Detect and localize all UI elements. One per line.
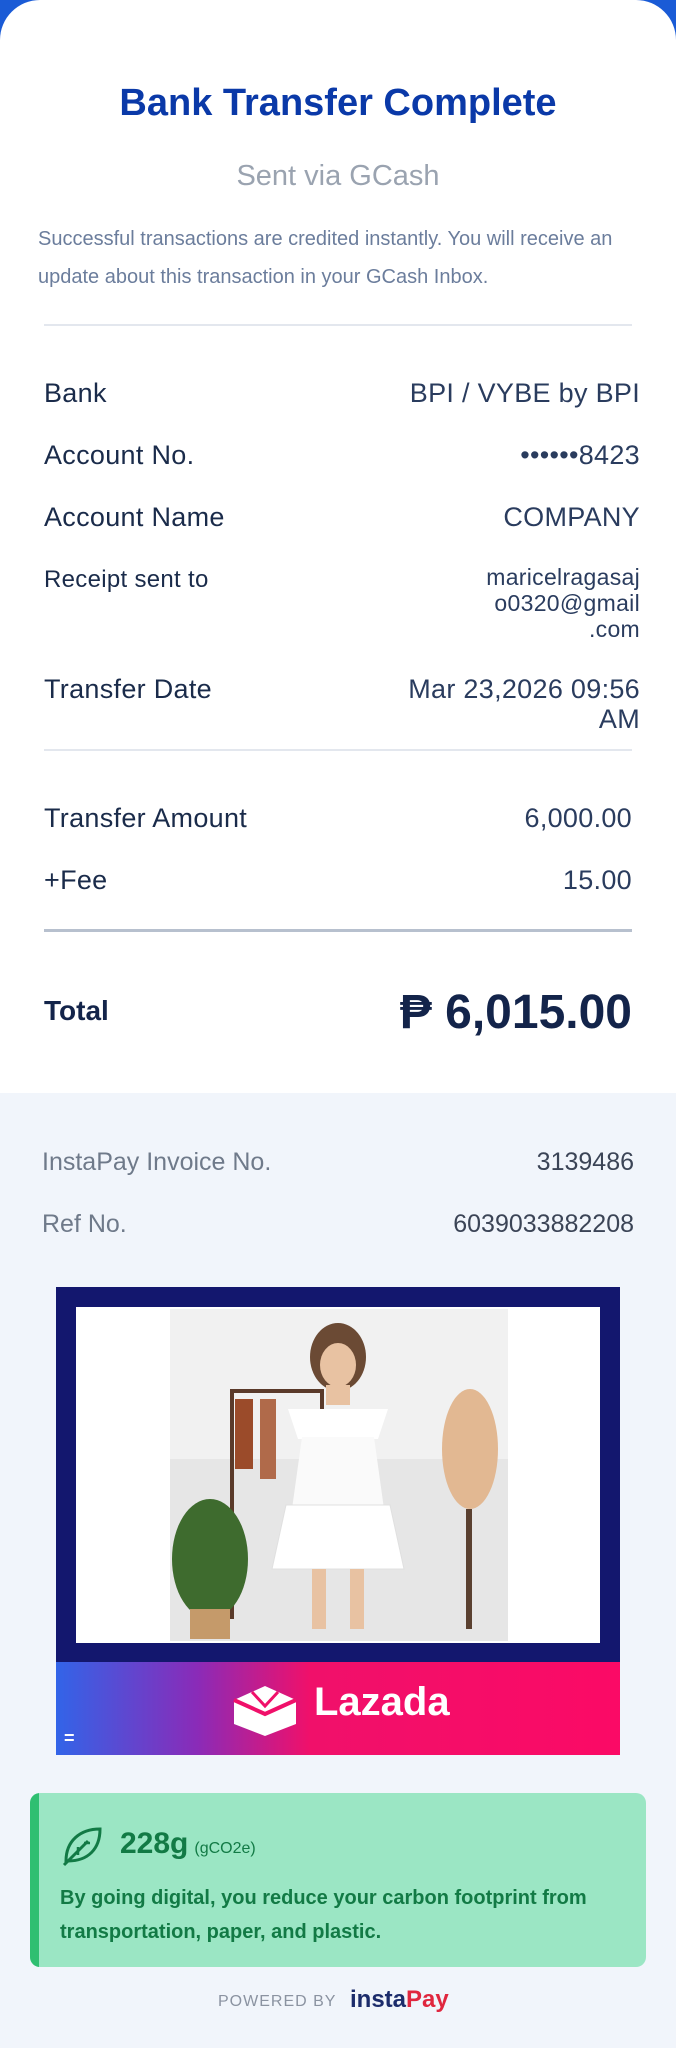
date-value: Mar 23,2026 09:56 AM: [408, 674, 640, 734]
account-name-value: COMPANY: [503, 502, 640, 532]
account-no-label: Account No.: [44, 440, 195, 470]
ref-label: Ref No.: [42, 1210, 127, 1238]
powered-by-label: POWERED BY: [218, 1993, 337, 2010]
instapay-logo: instaPay: [350, 1986, 449, 2014]
lazada-box-icon: [233, 1686, 297, 1736]
ref-value: 6039033882208: [453, 1210, 634, 1238]
total-label: Total: [44, 995, 109, 1026]
description: Successful transactions are credited ins…: [38, 228, 613, 288]
ad-menu-icon[interactable]: =: [64, 1728, 75, 1749]
receipt-email: maricelragasaj o0320@gmail .com: [486, 564, 640, 642]
receipt-email-line2: o0320@gmail: [494, 590, 640, 616]
transfer-amount-label: Transfer Amount: [44, 803, 248, 833]
eco-unit: (gCO2e): [194, 1840, 256, 1857]
divider-strong: [44, 929, 632, 932]
ad-photo-area: [76, 1307, 600, 1643]
eco-amount-value: 228g: [120, 1827, 189, 1860]
account-no-value: ••••••8423: [520, 440, 640, 470]
eco-message: By going digital, you reduce your carbon…: [60, 1887, 587, 1943]
lazada-brand-strip[interactable]: Lazada =: [56, 1662, 620, 1755]
total-value: ₱ 6,015.00: [399, 986, 632, 1039]
bank-value: BPI / VYBE by BPI: [409, 378, 640, 408]
receipt-label: Receipt sent to: [44, 566, 209, 593]
page-title: Bank Transfer Complete: [119, 82, 557, 124]
account-name-label: Account Name: [44, 502, 225, 532]
bank-label: Bank: [44, 378, 107, 408]
instapay-logo-pay: Pay: [406, 1986, 449, 2013]
ad-photo: [170, 1309, 508, 1641]
transfer-amount-value: 6,000.00: [524, 803, 632, 833]
receipt-email-line3: .com: [588, 616, 640, 642]
receipt-email-line1: maricelragasaj: [486, 564, 640, 590]
subtitle: Sent via GCash: [236, 160, 440, 192]
instapay-logo-insta: insta: [350, 1986, 407, 2013]
date-label: Transfer Date: [44, 674, 212, 704]
receipt-card: Bank Transfer Complete Sent via GCash Su…: [0, 0, 676, 1093]
fee-label: +Fee: [44, 865, 108, 895]
invoice-value: 3139486: [536, 1148, 634, 1176]
divider: [44, 324, 632, 326]
date-line1: Mar 23,2026 09:56: [408, 674, 640, 704]
date-line2: AM: [598, 704, 640, 734]
ad-model-image: [170, 1309, 508, 1641]
invoice-label: InstaPay Invoice No.: [42, 1148, 272, 1176]
eco-card: 228g (gCO2e) By going digital, you reduce…: [30, 1793, 646, 1967]
eco-amount: 228g (gCO2e): [120, 1827, 256, 1861]
lazada-brand-text: Lazada: [314, 1680, 450, 1724]
fee-value: 15.00: [562, 865, 632, 895]
divider: [44, 749, 632, 751]
lazada-ad-banner[interactable]: Lazada =: [56, 1287, 620, 1755]
eco-accent-stripe: [30, 1793, 39, 1967]
leaf-icon: [62, 1827, 102, 1867]
